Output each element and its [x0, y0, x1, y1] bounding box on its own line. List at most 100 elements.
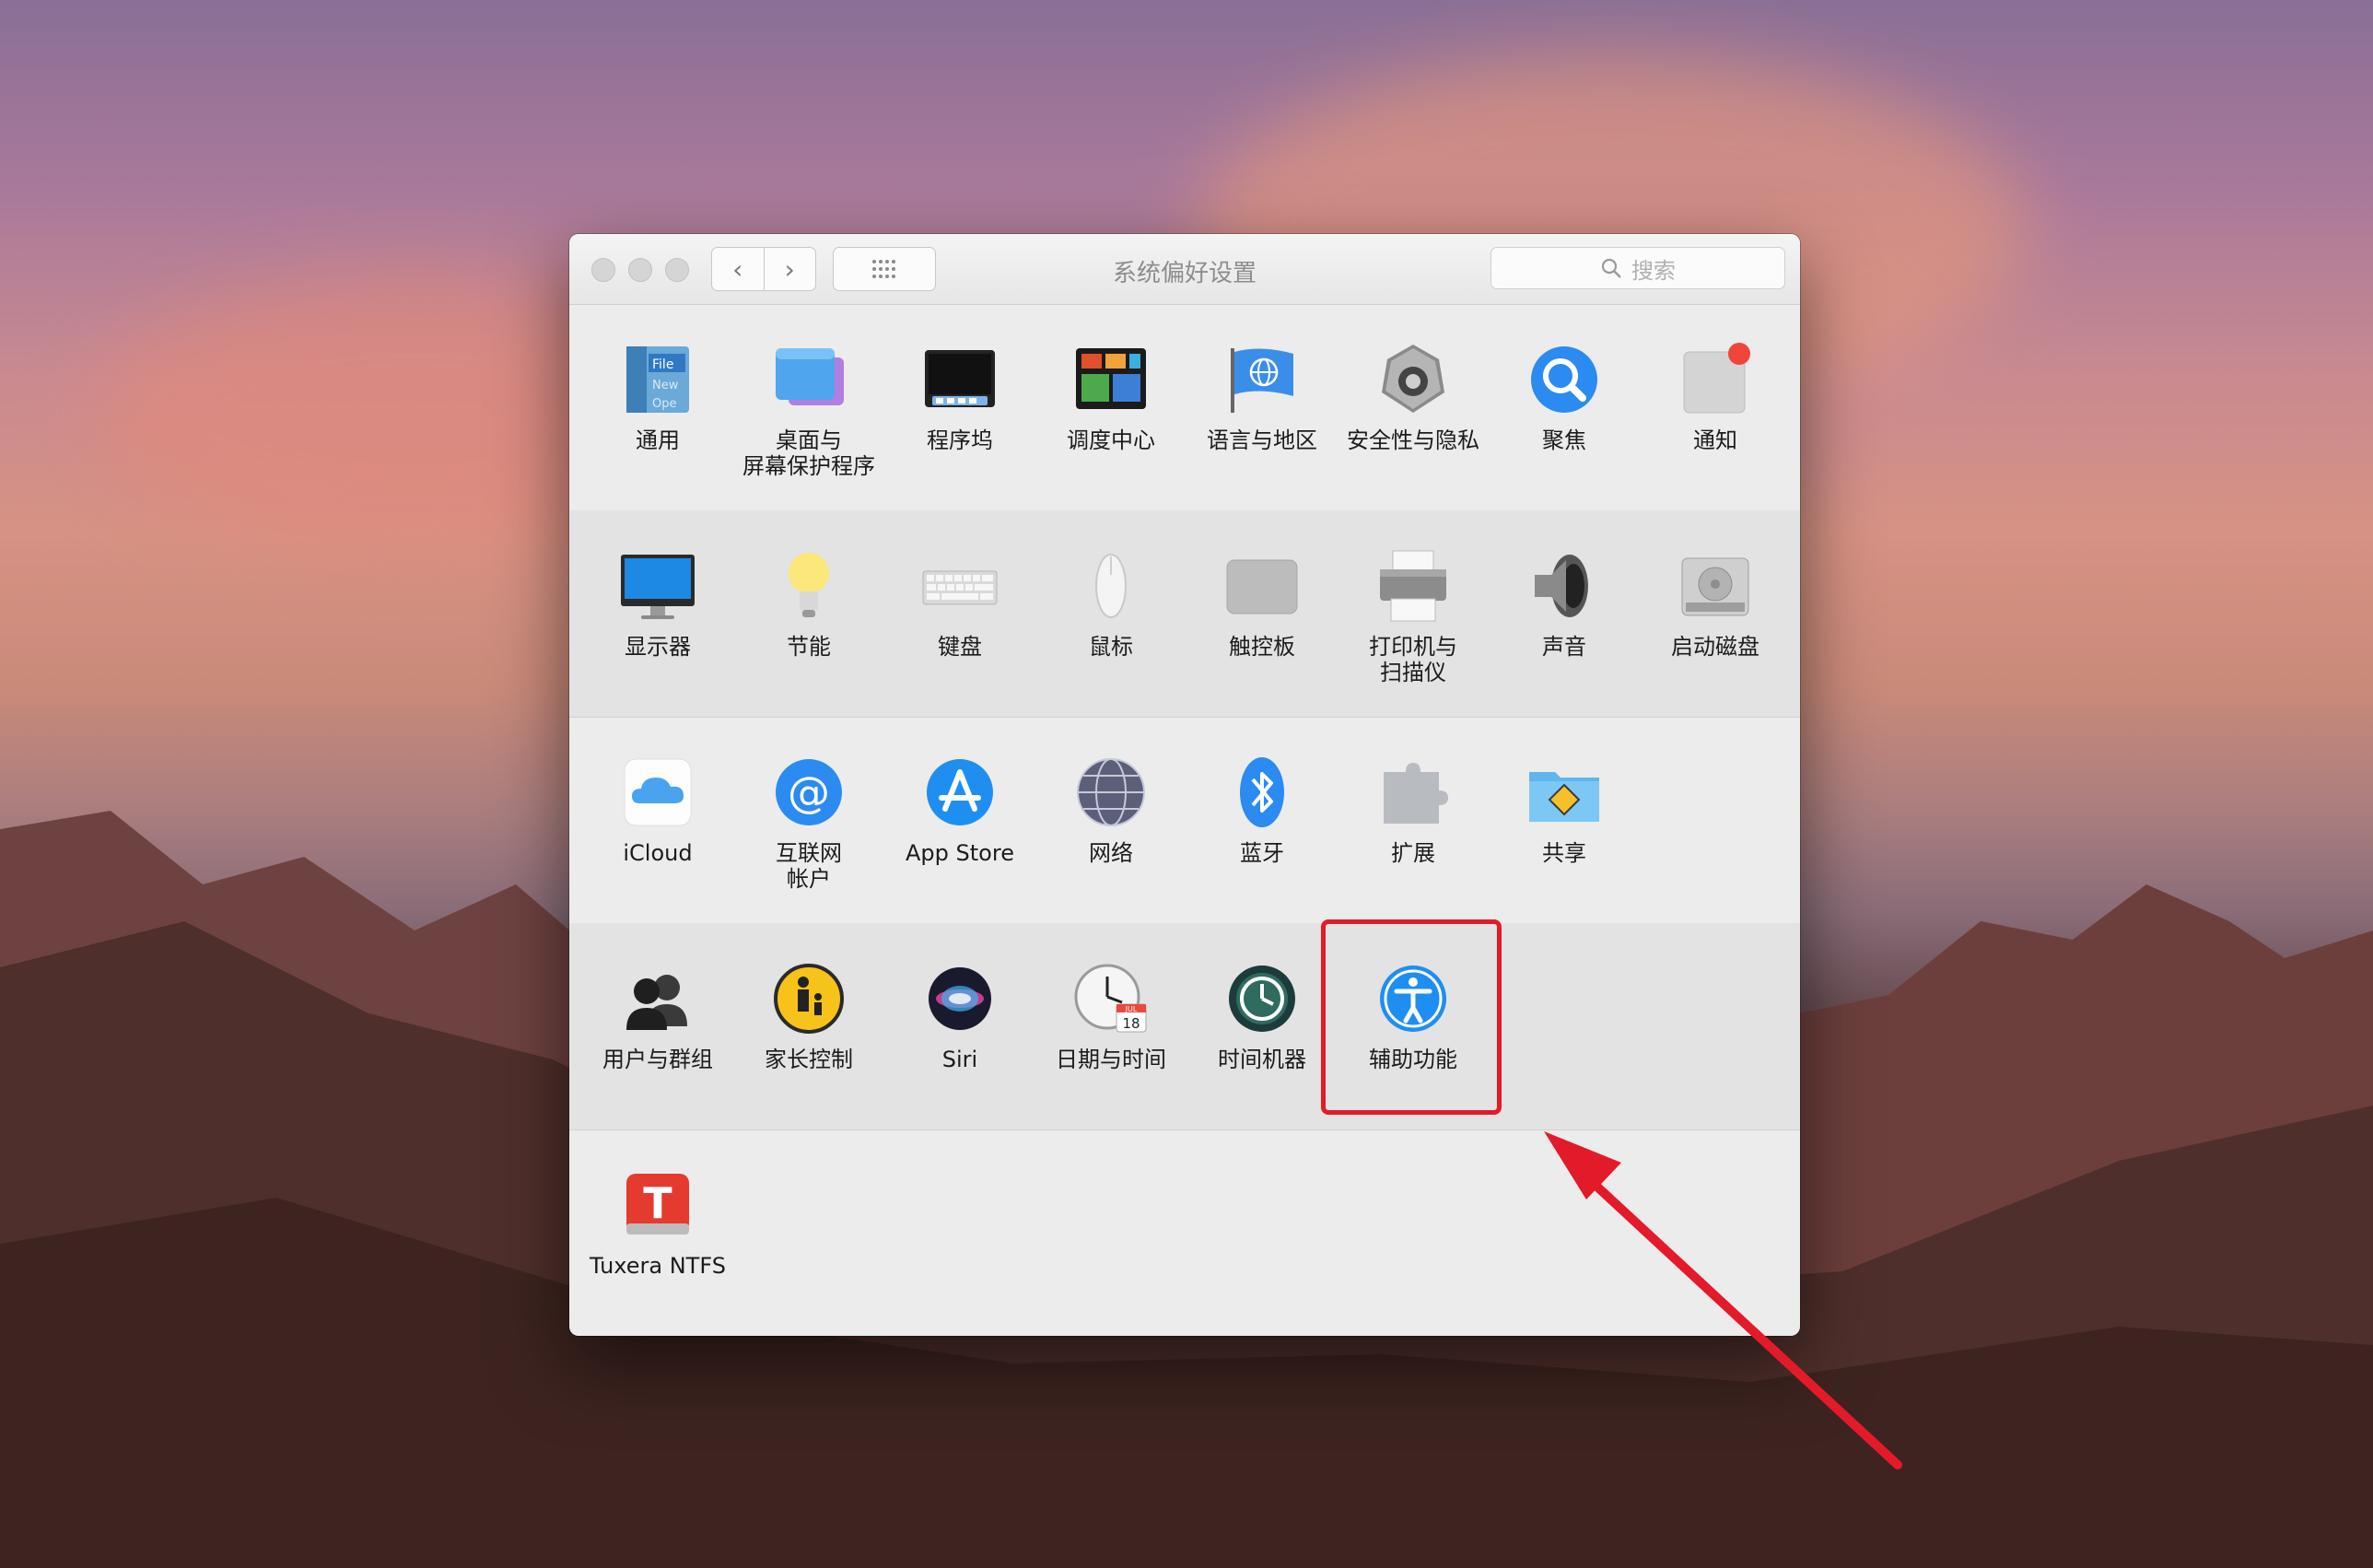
- calendar-month: JUL: [1125, 1005, 1138, 1013]
- pref-label: 启动磁盘: [1671, 634, 1759, 660]
- pref-label: 共享: [1542, 840, 1586, 866]
- pref-printers-scanners[interactable]: 打印机与 扫描仪: [1338, 547, 1489, 685]
- annotation-highlight-box: [1321, 919, 1502, 1115]
- pref-label: 安全性与隐私: [1347, 427, 1479, 453]
- pref-bluetooth[interactable]: 蓝牙: [1186, 754, 1338, 866]
- pref-label: iCloud: [623, 840, 693, 866]
- pref-label: 通知: [1693, 427, 1737, 453]
- desktop-screensaver-icon: [770, 341, 848, 418]
- pref-users-groups[interactable]: 用户与群组: [582, 960, 733, 1072]
- pref-date-time[interactable]: JUL 18 日期与时间: [1035, 960, 1186, 1072]
- pref-label: App Store: [906, 840, 1014, 866]
- pref-label: 打印机与 扫描仪: [1369, 634, 1457, 685]
- siri-icon: [921, 960, 999, 1037]
- language-region-icon: [1223, 341, 1301, 418]
- pref-language-region[interactable]: 语言与地区: [1186, 341, 1338, 453]
- pref-label: 聚焦: [1542, 427, 1586, 453]
- pref-startup-disk[interactable]: 启动磁盘: [1640, 547, 1791, 660]
- bluetooth-icon: [1223, 754, 1301, 831]
- mission-control-icon: [1072, 341, 1150, 418]
- system-preferences-window: ‹ › 系统偏好设置 搜索 File New Ope 通用 桌面与 屏幕保护程序…: [569, 234, 1800, 1336]
- pref-label: 触控板: [1229, 634, 1295, 660]
- pref-energy-saver[interactable]: 节能: [733, 547, 884, 660]
- pref-internet-accounts[interactable]: @ 互联网 帐户: [733, 754, 884, 892]
- users-groups-icon: [619, 960, 696, 1037]
- pref-label: 节能: [787, 634, 831, 660]
- tuxera-ntfs-icon: T: [619, 1166, 696, 1244]
- internet-accounts-icon: @: [770, 754, 848, 831]
- preference-row-4: 用户与群组 家长控制 Siri JUL 18 日期与时间 时间机器 辅助功能: [569, 923, 1800, 1130]
- pref-notifications[interactable]: 通知: [1640, 341, 1791, 453]
- svg-text:T: T: [643, 1178, 672, 1228]
- displays-icon: [619, 547, 696, 625]
- keyboard-icon: [921, 547, 999, 625]
- pref-trackpad[interactable]: 触控板: [1186, 547, 1338, 660]
- pref-label: 蓝牙: [1240, 840, 1284, 866]
- extensions-icon: [1374, 754, 1452, 831]
- general-icon: File New Ope: [619, 341, 696, 418]
- mouse-icon: [1072, 547, 1150, 625]
- time-machine-icon: [1223, 960, 1301, 1037]
- pref-mission-control[interactable]: 调度中心: [1035, 341, 1186, 453]
- security-privacy-icon: [1374, 341, 1452, 418]
- calendar-day: 18: [1122, 1015, 1140, 1032]
- title-bar: ‹ › 系统偏好设置 搜索: [569, 234, 1800, 305]
- pref-security-privacy[interactable]: 安全性与隐私: [1338, 341, 1489, 453]
- pref-label: 家长控制: [765, 1047, 853, 1072]
- pref-displays[interactable]: 显示器: [582, 547, 733, 660]
- pref-label: 桌面与 屏幕保护程序: [742, 427, 875, 479]
- pref-parental-controls[interactable]: 家长控制: [733, 960, 884, 1072]
- pref-label: 程序坞: [927, 427, 993, 453]
- pref-extensions[interactable]: 扩展: [1338, 754, 1489, 866]
- pref-label: Siri: [941, 1047, 978, 1072]
- pref-siri[interactable]: Siri: [884, 960, 1035, 1072]
- pref-tuxera-ntfs[interactable]: T Tuxera NTFS: [582, 1166, 733, 1279]
- pref-network[interactable]: 网络: [1035, 754, 1186, 866]
- pref-label: 鼠标: [1089, 634, 1133, 660]
- pref-label: 互联网 帐户: [776, 840, 842, 892]
- pref-label: 声音: [1542, 634, 1586, 660]
- pref-keyboard[interactable]: 键盘: [884, 547, 1035, 660]
- preference-row-1: File New Ope 通用 桌面与 屏幕保护程序 程序坞 调度中心 语言与地…: [569, 304, 1800, 511]
- pref-label: 键盘: [938, 634, 982, 660]
- pref-general[interactable]: File New Ope 通用: [582, 341, 733, 453]
- startup-disk-icon: [1677, 547, 1754, 625]
- svg-text:Ope: Ope: [652, 397, 676, 411]
- date-time-icon: JUL 18: [1072, 960, 1150, 1037]
- svg-text:New: New: [652, 379, 679, 392]
- trackpad-icon: [1223, 547, 1301, 625]
- spotlight-icon: [1526, 341, 1603, 418]
- svg-text:File: File: [652, 357, 673, 372]
- pref-desktop-screensaver[interactable]: 桌面与 屏幕保护程序: [733, 341, 884, 479]
- pref-icloud[interactable]: iCloud: [582, 754, 733, 866]
- preference-row-3: iCloud @ 互联网 帐户 App Store 网络 蓝牙 扩展 共享: [569, 717, 1800, 924]
- pref-label: 调度中心: [1067, 427, 1155, 453]
- search-field[interactable]: 搜索: [1490, 247, 1785, 289]
- dock-icon: [921, 341, 999, 418]
- svg-text:@: @: [788, 767, 830, 817]
- pref-label: 日期与时间: [1056, 1047, 1166, 1072]
- pref-label: 通用: [636, 427, 680, 453]
- preference-row-5: T Tuxera NTFS: [569, 1129, 1800, 1336]
- pref-spotlight[interactable]: 聚焦: [1489, 341, 1640, 453]
- search-icon: [1601, 258, 1621, 278]
- energy-saver-icon: [770, 547, 848, 625]
- search-placeholder: 搜索: [1631, 257, 1676, 284]
- preference-row-2: 显示器 节能 键盘 鼠标 触控板 打印机与 扫描仪 声音 启动磁盘: [569, 510, 1800, 718]
- pref-time-machine[interactable]: 时间机器: [1186, 960, 1338, 1072]
- pref-sound[interactable]: 声音: [1489, 547, 1640, 660]
- sharing-icon: [1526, 754, 1603, 831]
- notifications-icon: [1677, 341, 1754, 418]
- parental-controls-icon: [770, 960, 848, 1037]
- pref-label: 显示器: [625, 634, 691, 660]
- network-icon: [1072, 754, 1150, 831]
- pref-app-store[interactable]: App Store: [884, 754, 1035, 866]
- icloud-icon: [619, 754, 696, 831]
- pref-label: 用户与群组: [602, 1047, 713, 1072]
- pref-dock[interactable]: 程序坞: [884, 341, 1035, 453]
- pref-label: 语言与地区: [1207, 427, 1317, 453]
- pref-sharing[interactable]: 共享: [1489, 754, 1640, 866]
- pref-mouse[interactable]: 鼠标: [1035, 547, 1186, 660]
- printers-scanners-icon: [1374, 547, 1452, 625]
- pref-label: 网络: [1089, 840, 1133, 866]
